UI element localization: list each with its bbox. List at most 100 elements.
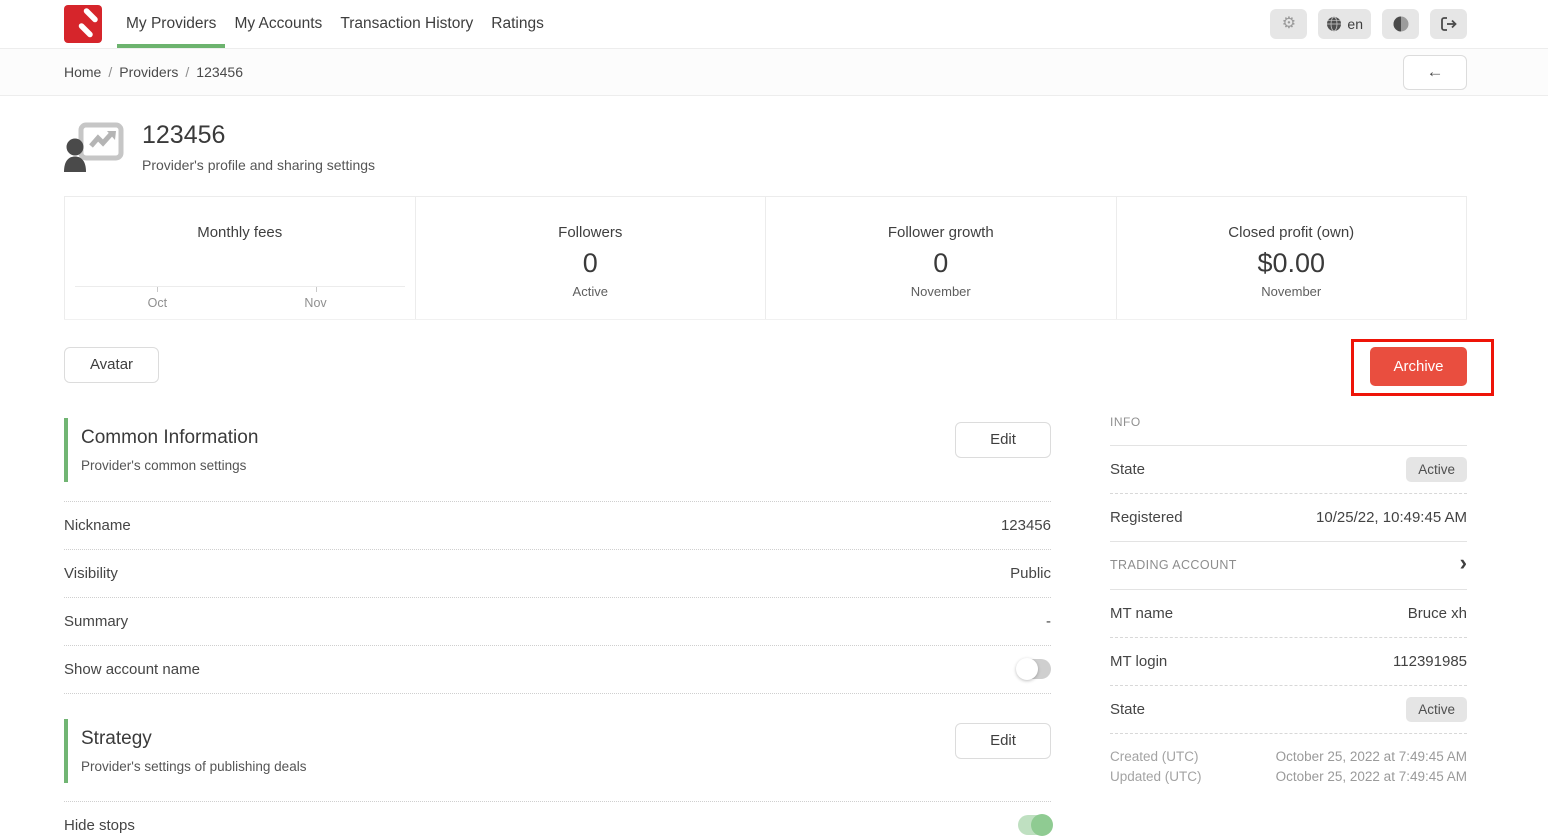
archive-button[interactable]: Archive <box>1370 347 1467 386</box>
archive-highlight-annotation: Archive <box>1351 339 1494 396</box>
section-accent-bar: Common Information Provider's common set… <box>64 418 258 482</box>
edit-strategy-button[interactable]: Edit <box>955 723 1051 759</box>
axis-tick-label: Oct <box>148 296 167 310</box>
meta-value: October 25, 2022 at 7:49:45 AM <box>1276 767 1467 787</box>
nav-links: My Providers My Accounts Transaction His… <box>117 0 553 48</box>
row-value: 112391985 <box>1393 653 1467 670</box>
language-button[interactable]: en <box>1318 9 1371 39</box>
stat-card-closed-profit: Closed profit (own) $0.00 November <box>1116 197 1468 319</box>
info-panel: INFO State Active Registered 10/25/22, 1… <box>1110 406 1467 837</box>
stat-value: 0 <box>933 248 948 279</box>
show-account-name-toggle[interactable] <box>1018 659 1051 679</box>
axis-tick <box>157 287 158 292</box>
brand-logo-icon[interactable] <box>64 5 102 43</box>
row-label: State <box>1110 701 1145 718</box>
nav-item-my-providers[interactable]: My Providers <box>117 0 225 48</box>
section-accent-bar: Strategy Provider's settings of publishi… <box>64 719 306 783</box>
info-panel-title: INFO <box>1110 406 1467 446</box>
row-label: Nickname <box>64 517 131 534</box>
stat-title: Follower growth <box>888 224 994 241</box>
globe-icon <box>1326 16 1342 32</box>
stat-title: Monthly fees <box>197 224 282 241</box>
row-hide-stops: Hide stops <box>64 802 1051 837</box>
top-nav: My Providers My Accounts Transaction His… <box>0 0 1548 49</box>
logout-button[interactable] <box>1430 9 1467 39</box>
breadcrumb-providers[interactable]: Providers <box>119 64 178 80</box>
gear-icon: ⚙ <box>1282 16 1296 32</box>
stat-value: $0.00 <box>1257 248 1325 279</box>
nav-item-ratings[interactable]: Ratings <box>482 0 553 48</box>
back-arrow-icon: ← <box>1427 62 1444 82</box>
timestamps-block: Created (UTC) October 25, 2022 at 7:49:4… <box>1110 734 1467 787</box>
toggle-knob <box>1031 814 1053 836</box>
breadcrumb: Home / Providers / 123456 <box>64 64 243 80</box>
row-summary: Summary - <box>64 598 1051 646</box>
created-line: Created (UTC) October 25, 2022 at 7:49:4… <box>1110 747 1467 767</box>
breadcrumb-home[interactable]: Home <box>64 64 101 80</box>
updated-line: Updated (UTC) October 25, 2022 at 7:49:4… <box>1110 767 1467 787</box>
breadcrumb-separator: / <box>108 64 112 80</box>
action-row: Avatar Archive <box>64 339 1467 396</box>
stat-card-followers: Followers 0 Active <box>415 197 766 319</box>
row-value: 10/25/22, 10:49:45 AM <box>1316 509 1467 526</box>
settings-column: Common Information Provider's common set… <box>64 406 1051 837</box>
trading-account-title: TRADING ACCOUNT <box>1110 558 1237 572</box>
row-state: State Active <box>1110 446 1467 494</box>
row-show-account-name: Show account name <box>64 646 1051 694</box>
row-label: Show account name <box>64 661 200 678</box>
row-account-state: State Active <box>1110 686 1467 734</box>
monthly-fees-chart-axis: Oct Nov <box>75 286 405 287</box>
theme-toggle-button[interactable] <box>1382 9 1419 39</box>
row-mt-login: MT login 112391985 <box>1110 638 1467 686</box>
row-visibility: Visibility Public <box>64 550 1051 598</box>
breadcrumb-separator: / <box>185 64 189 80</box>
hide-stops-toggle[interactable] <box>1018 815 1051 835</box>
page-subtitle: Provider's profile and sharing settings <box>142 157 375 173</box>
row-label: State <box>1110 461 1145 478</box>
stat-title: Followers <box>558 224 622 241</box>
breadcrumb-bar: Home / Providers / 123456 ← <box>0 49 1548 96</box>
meta-label: Created (UTC) <box>1110 747 1199 767</box>
contrast-icon <box>1393 16 1409 32</box>
row-label: Registered <box>1110 509 1183 526</box>
stat-card-monthly-fees: Monthly fees Oct Nov <box>64 197 415 319</box>
breadcrumb-current: 123456 <box>196 64 243 80</box>
axis-tick-label: Nov <box>304 296 326 310</box>
row-label: Visibility <box>64 565 118 582</box>
strategy-section-header: Strategy Provider's settings of publishi… <box>64 719 1051 783</box>
toggle-knob <box>1016 658 1038 680</box>
avatar-button[interactable]: Avatar <box>64 347 159 383</box>
meta-value: October 25, 2022 at 7:49:45 AM <box>1276 747 1467 767</box>
row-label: Summary <box>64 613 128 630</box>
strategy-rows: Hide stops <box>64 801 1051 837</box>
settings-button[interactable]: ⚙ <box>1270 9 1307 39</box>
row-registered: Registered 10/25/22, 10:49:45 AM <box>1110 494 1467 542</box>
stat-value: 0 <box>583 248 598 279</box>
row-label: MT name <box>1110 605 1173 622</box>
row-value: Public <box>1010 565 1051 582</box>
chevron-right-icon[interactable]: › <box>1460 563 1467 567</box>
nav-item-transaction-history[interactable]: Transaction History <box>331 0 482 48</box>
nav-actions: ⚙ en <box>1270 9 1467 39</box>
status-badge: Active <box>1406 697 1467 722</box>
stat-caption: November <box>911 284 971 299</box>
section-subtitle: Provider's settings of publishing deals <box>81 759 306 774</box>
edit-common-information-button[interactable]: Edit <box>955 422 1051 458</box>
section-title: Common Information <box>81 427 258 449</box>
back-button[interactable]: ← <box>1403 55 1467 90</box>
row-label: MT login <box>1110 653 1167 670</box>
meta-label: Updated (UTC) <box>1110 767 1202 787</box>
row-mt-name: MT name Bruce xh <box>1110 590 1467 638</box>
row-value: 123456 <box>1001 517 1051 534</box>
section-title: Strategy <box>81 728 306 750</box>
trading-account-header[interactable]: TRADING ACCOUNT › <box>1110 542 1467 590</box>
common-information-section-header: Common Information Provider's common set… <box>64 418 1051 482</box>
row-value: Bruce xh <box>1408 605 1467 622</box>
row-value: - <box>1046 613 1051 630</box>
stat-title: Closed profit (own) <box>1228 224 1354 241</box>
row-nickname: Nickname 123456 <box>64 502 1051 550</box>
stats-row: Monthly fees Oct Nov Followers 0 Active … <box>64 196 1467 320</box>
nav-item-my-accounts[interactable]: My Accounts <box>225 0 331 48</box>
stat-card-follower-growth: Follower growth 0 November <box>765 197 1116 319</box>
stat-caption: November <box>1261 284 1321 299</box>
